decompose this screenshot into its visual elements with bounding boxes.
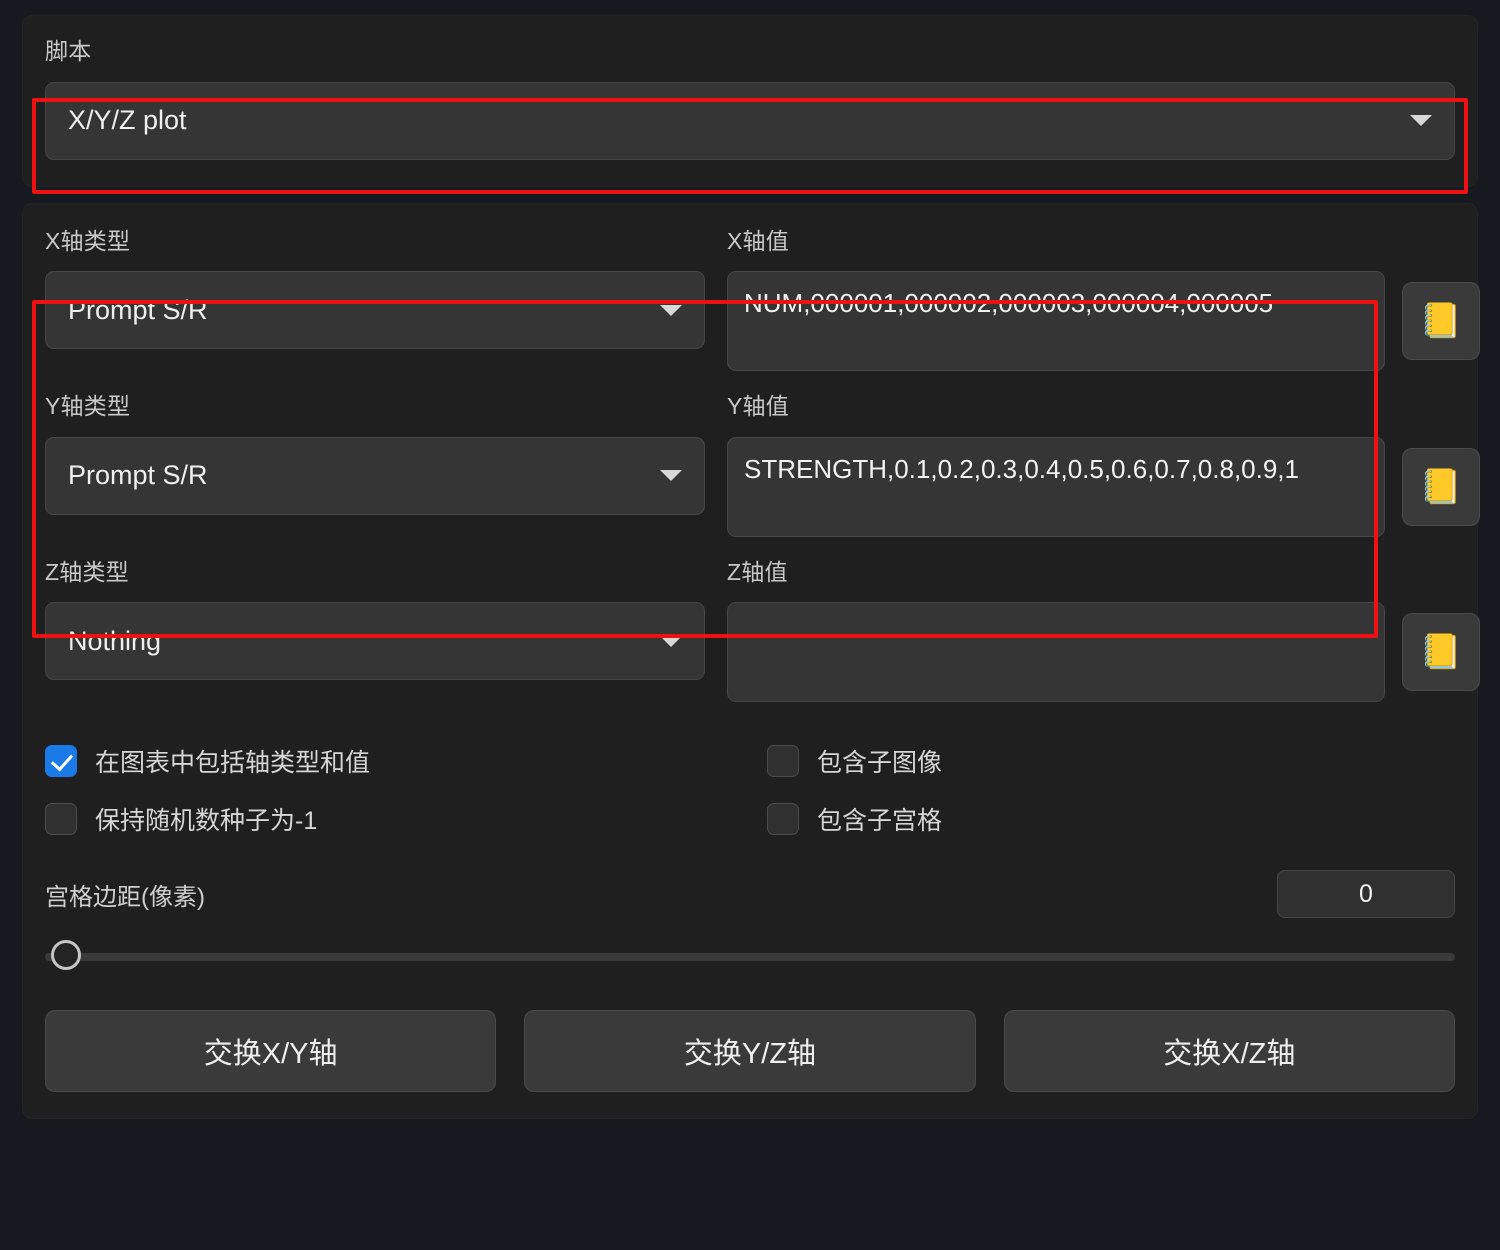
x-axis-block: X轴类型 X轴值 Prompt S/R NUM,000001,000002,00… (45, 227, 1480, 372)
notebook-icon: 📒 (1419, 302, 1463, 341)
checkbox-keep-seed-minus-one[interactable]: 保持随机数种子为-1 (45, 790, 767, 848)
swap-buttons-row: 交换X/Y轴 交换Y/Z轴 交换X/Z轴 (45, 1010, 1455, 1093)
grid-margin-section: 宫格边距(像素) 0 (45, 870, 1455, 974)
notebook-icon: 📒 (1419, 633, 1463, 672)
options-group: 在图表中包括轴类型和值 保持随机数种子为-1 包含子图像 包含子宫格 (45, 732, 1455, 848)
z-axis-type-value: Nothing (68, 625, 162, 656)
swap-xz-button[interactable]: 交换X/Z轴 (1003, 1010, 1455, 1093)
x-axis-values-label: X轴值 (727, 227, 789, 254)
checkbox-label: 保持随机数种子为-1 (95, 807, 318, 836)
x-axis-values-input[interactable]: NUM,000001,000002,000003,000004,000005 (727, 271, 1385, 372)
y-axis-notebook-icon-button[interactable]: 📒 (1402, 447, 1480, 526)
x-axis-notebook-icon-button[interactable]: 📒 (1402, 282, 1480, 361)
y-axis-type-label: Y轴类型 (45, 393, 131, 420)
checkbox-label: 包含子图像 (817, 749, 943, 778)
checkbox-indicator[interactable] (767, 803, 799, 836)
checkbox-label: 在图表中包括轴类型和值 (95, 749, 371, 778)
grid-margin-label: 宫格边距(像素) (45, 883, 205, 911)
checkbox-indicator[interactable] (767, 745, 799, 778)
z-axis-type-dropdown[interactable]: Nothing (45, 602, 705, 681)
chevron-down-icon (660, 304, 682, 316)
options-column-right: 包含子图像 包含子宫格 (767, 732, 1489, 848)
x-axis-type-label: X轴类型 (45, 227, 131, 254)
y-axis-block: Y轴类型 Y轴值 Prompt S/R STRENGTH,0.1,0.2,0.3… (45, 393, 1480, 537)
grid-margin-number-input[interactable]: 0 (1277, 870, 1455, 919)
z-axis-values-label: Z轴值 (727, 558, 788, 585)
checkbox-indicator[interactable] (45, 745, 77, 778)
grid-margin-slider[interactable] (45, 940, 1455, 974)
y-axis-type-value: Prompt S/R (68, 460, 208, 491)
z-axis-type-label: Z轴类型 (45, 558, 129, 585)
script-label: 脚本 (45, 38, 92, 64)
script-dropdown-value: X/Y/Z plot (68, 105, 187, 136)
swap-xy-button[interactable]: 交换X/Y轴 (45, 1010, 497, 1093)
chevron-down-icon (660, 635, 682, 647)
script-panel: 脚本 X/Y/Z plot (22, 15, 1478, 187)
notebook-icon: 📒 (1419, 467, 1463, 506)
chevron-down-icon (1410, 115, 1432, 127)
options-column-left: 在图表中包括轴类型和值 保持随机数种子为-1 (45, 732, 767, 848)
axis-settings-panel: X轴类型 X轴值 Prompt S/R NUM,000001,000002,00… (22, 202, 1480, 1120)
y-axis-type-dropdown[interactable]: Prompt S/R (45, 436, 705, 515)
checkbox-include-sub-images[interactable]: 包含子图像 (767, 732, 1489, 790)
y-axis-values-input[interactable]: STRENGTH,0.1,0.2,0.3,0.4,0.5,0.6,0.7,0.8… (727, 436, 1385, 537)
z-axis-block: Z轴类型 Z轴值 Nothing 📒 (45, 558, 1480, 703)
x-axis-type-value: Prompt S/R (68, 294, 208, 325)
checkbox-include-axis-types-and-values[interactable]: 在图表中包括轴类型和值 (45, 732, 767, 790)
checkbox-include-sub-grids[interactable]: 包含子宫格 (767, 790, 1489, 848)
y-axis-values-label: Y轴值 (727, 393, 789, 420)
swap-yz-button[interactable]: 交换Y/Z轴 (524, 1010, 976, 1093)
chevron-down-icon (660, 470, 682, 482)
checkbox-indicator[interactable] (45, 803, 77, 836)
x-axis-type-dropdown[interactable]: Prompt S/R (45, 271, 705, 350)
xyz-plot-script-panel: 脚本 X/Y/Z plot X轴类型 X轴值 Prompt S/R NUM,00… (0, 0, 1500, 1250)
z-axis-notebook-icon-button[interactable]: 📒 (1402, 613, 1480, 692)
slider-track[interactable] (45, 953, 1455, 962)
slider-thumb[interactable] (51, 940, 81, 971)
script-dropdown[interactable]: X/Y/Z plot (45, 81, 1455, 160)
z-axis-values-input[interactable] (727, 602, 1385, 703)
checkbox-label: 包含子宫格 (817, 807, 943, 836)
